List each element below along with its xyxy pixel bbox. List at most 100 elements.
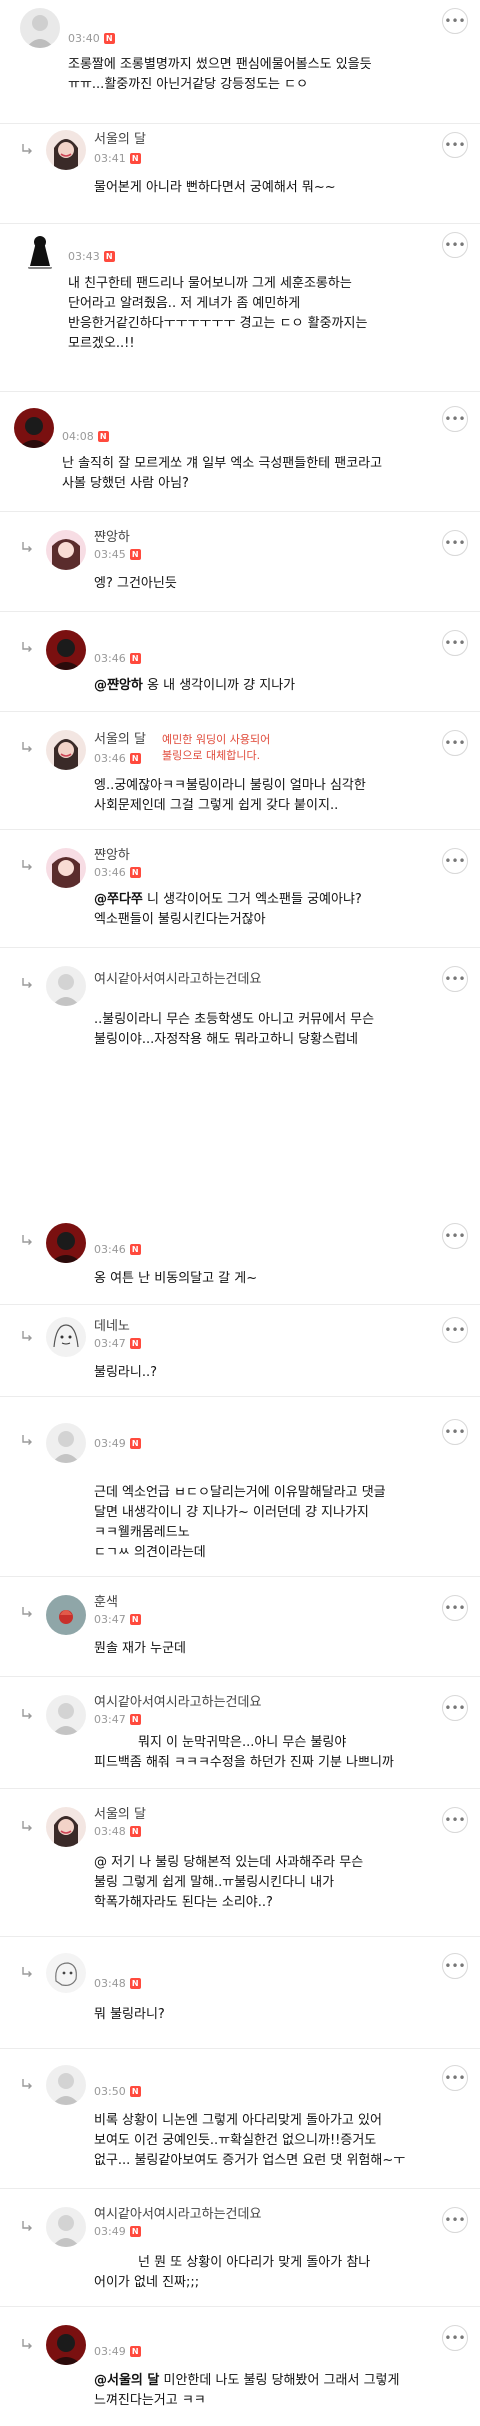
comment-text: @쭈다쭈 니 생각이어도 그거 엑소팬들 궁예아냐? 엑소팬들이 불링시킨다는거… xyxy=(94,892,362,927)
more-options-button[interactable]: ••• xyxy=(442,232,468,258)
more-options-button[interactable]: ••• xyxy=(442,630,468,656)
new-badge: N xyxy=(129,752,141,764)
more-options-button[interactable]: ••• xyxy=(442,2325,468,2351)
comment-author[interactable]: 서울의 달 xyxy=(94,132,146,148)
comment-author[interactable]: 여시같아서여시라고하는건데요 xyxy=(94,1695,261,1711)
more-options-button[interactable]: ••• xyxy=(442,730,468,756)
more-options-button[interactable]: ••• xyxy=(442,530,468,556)
reply-arrow-icon xyxy=(20,1433,34,1447)
more-options-button[interactable]: ••• xyxy=(442,1317,468,1343)
comment-time: 03:46 N xyxy=(94,652,141,666)
new-badge: N xyxy=(129,866,141,878)
avatar[interactable] xyxy=(46,1595,86,1635)
reply-arrow-icon xyxy=(20,1965,34,1979)
avatar[interactable] xyxy=(46,1953,86,1993)
comment-author[interactable]: 서울의 달 xyxy=(94,1807,146,1823)
avatar[interactable] xyxy=(46,2207,86,2247)
comment-text: 넌 뭔 또 상황이 아다리가 맞게 돌아가 참나 어이가 없네 진짜;;; xyxy=(94,2255,371,2290)
more-options-button[interactable]: ••• xyxy=(442,1419,468,1445)
mention-link[interactable]: @쭈다쭈 xyxy=(94,892,143,907)
comment-author[interactable]: 여시같아서여시라고하는건데요 xyxy=(94,972,261,988)
comment-text: 불링라니..? xyxy=(94,1365,158,1380)
avatar[interactable] xyxy=(46,130,86,170)
new-badge: N xyxy=(97,430,109,442)
avatar[interactable] xyxy=(20,8,60,48)
comment-text: 뭐지 이 눈막귀막은...아니 무슨 불링야 피드백좀 해줘 ㅋㅋㅋ수정을 하던가… xyxy=(94,1735,394,1770)
avatar[interactable] xyxy=(46,530,86,570)
reply-arrow-icon xyxy=(20,1819,34,1833)
new-badge: N xyxy=(129,1825,141,1837)
avatar[interactable] xyxy=(20,232,60,272)
comment-time: 03:46 N xyxy=(94,1243,141,1257)
reply-comment: 03:46 N ••• 옹 여튼 난 비동의달고 갈 게~ xyxy=(0,1205,480,1305)
reply-comment: 03:48 N ••• 뭐 불링라니? xyxy=(0,1937,480,2049)
avatar[interactable] xyxy=(46,1223,86,1263)
more-options-button[interactable]: ••• xyxy=(442,1595,468,1621)
comment-author[interactable]: 훈색 xyxy=(94,1595,118,1611)
reply-arrow-icon xyxy=(20,2077,34,2091)
comment-time: 03:41 N xyxy=(94,152,141,166)
reply-comment: 여시같아서여시라고하는건데요 03:49 N ••• 넌 뭔 또 상황이 아다리가… xyxy=(0,2189,480,2307)
avatar[interactable] xyxy=(46,1695,86,1735)
reply-comment: 여시같아서여시라고하는건데요 ••• ..불링이라니 무슨 초등학생도 아니고 … xyxy=(0,948,480,1085)
more-options-button[interactable]: ••• xyxy=(442,1953,468,1979)
more-options-button[interactable]: ••• xyxy=(442,1807,468,1833)
more-options-button[interactable]: ••• xyxy=(442,406,468,432)
avatar[interactable] xyxy=(14,408,54,448)
avatar[interactable] xyxy=(46,848,86,888)
reply-arrow-icon xyxy=(20,1329,34,1343)
avatar[interactable] xyxy=(46,2325,86,2365)
mention-link[interactable]: @쨘앙하 xyxy=(94,678,143,693)
more-options-button[interactable]: ••• xyxy=(442,1695,468,1721)
avatar[interactable] xyxy=(46,1807,86,1847)
avatar[interactable] xyxy=(46,2065,86,2105)
comment-time: 03:50 N xyxy=(94,2085,141,2099)
reply-comment: 쨘앙하 03:46 N ••• @쭈다쭈 니 생각이어도 그거 엑소팬들 궁예아냐… xyxy=(0,830,480,948)
comment-author[interactable]: 쨘앙하 xyxy=(94,848,130,864)
reply-comment: 서울의 달 03:41 N ••• 물어본게 아니라 뻔하다면서 궁예해서 뭐~~ xyxy=(0,124,480,224)
reply-comment: 서울의 달 03:46 N 예민한 워딩이 사용되어 불링으로 대체합니다. •••… xyxy=(0,712,480,830)
new-badge: N xyxy=(129,548,141,560)
comment-time: 03:43 N xyxy=(68,250,115,264)
more-options-button[interactable]: ••• xyxy=(442,1223,468,1249)
more-options-button[interactable]: ••• xyxy=(442,848,468,874)
comment-time: 04:08 N xyxy=(62,430,109,444)
reply-arrow-icon xyxy=(20,2219,34,2233)
comment-text: ..불링이라니 무슨 초등학생도 아니고 커뮤에서 무슨 불링이야...자정작용 … xyxy=(94,1012,375,1047)
comment-author[interactable]: 데네노 xyxy=(94,1319,130,1335)
mention-link[interactable]: @서울의 달 xyxy=(94,2373,159,2388)
more-options-button[interactable]: ••• xyxy=(442,8,468,34)
new-badge: N xyxy=(129,1613,141,1625)
reply-comment: 03:49 N ••• @서울의 달 미안한데 나도 불링 당해봤어 그래서 그렇… xyxy=(0,2307,480,2426)
avatar[interactable] xyxy=(46,630,86,670)
comment-text: 엥..궁예잖아ㅋㅋ불링이라니 불링이 얼마나 심각한 사회문제인데 그걸 그렇게 … xyxy=(94,778,366,813)
avatar[interactable] xyxy=(46,1317,86,1357)
more-options-button[interactable]: ••• xyxy=(442,2207,468,2233)
avatar[interactable] xyxy=(46,730,86,770)
reply-comment: 데네노 03:47 N ••• 불링라니..? xyxy=(0,1305,480,1397)
comment-time: 03:47 N xyxy=(94,1713,141,1727)
comment-author[interactable]: 서울의 달 xyxy=(94,732,146,748)
comment-time: 03:47 N xyxy=(94,1337,141,1351)
reply-comment: 훈색 03:47 N ••• 뭔솔 재가 누군데 xyxy=(0,1577,480,1677)
comment-text: 옹 여튼 난 비동의달고 갈 게~ xyxy=(94,1271,258,1286)
avatar[interactable] xyxy=(46,1423,86,1463)
reply-arrow-icon xyxy=(20,640,34,654)
reply-arrow-icon xyxy=(20,858,34,872)
filter-warning: 예민한 워딩이 사용되어 불링으로 대체합니다. xyxy=(162,733,271,762)
reply-arrow-icon xyxy=(20,142,34,156)
avatar[interactable] xyxy=(46,966,86,1006)
comment-text: 조롱짤에 조롱별명까지 썼으면 팬심에물어볼스도 있을듯 ㅠㅠ...활중까진 아닌… xyxy=(68,57,372,92)
more-options-button[interactable]: ••• xyxy=(442,966,468,992)
more-options-button[interactable]: ••• xyxy=(442,132,468,158)
comment-author[interactable]: 여시같아서여시라고하는건데요 xyxy=(94,2207,261,2223)
more-options-button[interactable]: ••• xyxy=(442,2065,468,2091)
comment-author[interactable]: 쨘앙하 xyxy=(94,530,130,546)
comment-text: 뭐 불링라니? xyxy=(94,2007,165,2022)
screenshot-gap xyxy=(0,1085,480,1205)
comment-time: 03:48 N xyxy=(94,1977,141,1991)
comment: 03:40 N ••• 조롱짤에 조롱별명까지 썼으면 팬심에물어볼스도 있을듯 ㅠ… xyxy=(0,0,480,124)
comment-text: 근데 엑소언급 ㅂㄷㅇ달리는거에 이유말해달라고 댓글 달면 내생각이니 걍 지나… xyxy=(94,1485,386,1560)
comment-time: 03:49 N xyxy=(94,1437,141,1451)
comment: 03:43 N ••• 내 친구한테 팬드리나 물어보니까 그게 세훈조롱하는 단어… xyxy=(0,224,480,392)
